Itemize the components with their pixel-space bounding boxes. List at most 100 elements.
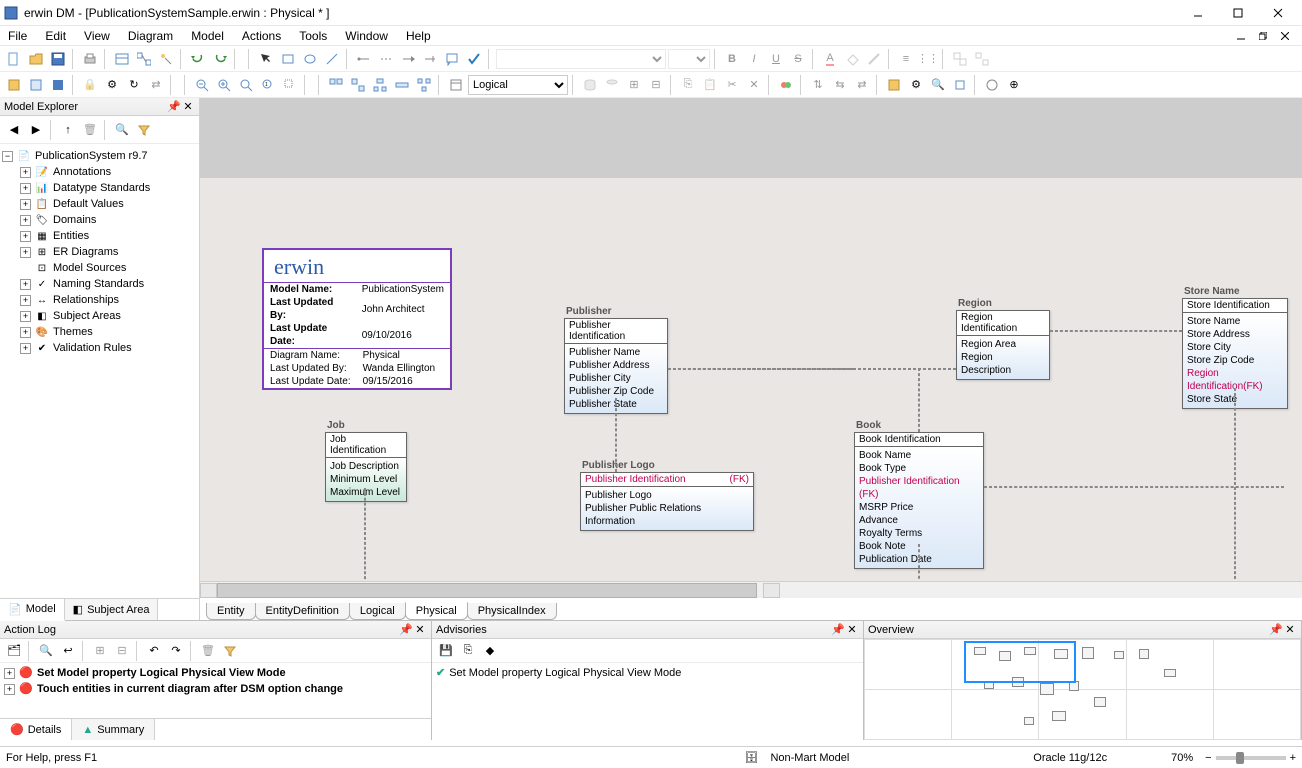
zoom-in-button[interactable]: + <box>1290 752 1296 764</box>
zoom-out-button[interactable]: − <box>1205 752 1211 764</box>
align-distribute-icon[interactable]: ⋮⋮ <box>918 49 938 69</box>
expand-icon[interactable]: + <box>4 668 15 679</box>
minimize-button[interactable] <box>1178 2 1218 24</box>
tree-node-annotations[interactable]: +📝Annotations <box>20 164 197 180</box>
action-log-content[interactable]: + 🔴 Set Model property Logical Physical … <box>0 663 431 718</box>
close-icon[interactable]: ✕ <box>1283 623 1297 637</box>
log-clear-icon[interactable]: 🗑 <box>198 641 218 661</box>
canvas-viewport[interactable]: erwin Model Name:PublicationSystem Last … <box>200 98 1302 581</box>
layout-1-icon[interactable] <box>326 75 346 95</box>
tree-node-naming[interactable]: +✓Naming Standards <box>20 276 197 292</box>
menu-diagram[interactable]: Diagram <box>126 29 175 43</box>
mart-open-icon[interactable] <box>26 75 46 95</box>
layout-2-icon[interactable] <box>348 75 368 95</box>
font-family-combo[interactable] <box>496 49 666 69</box>
tree-node-entities[interactable]: +▦Entities <box>20 228 197 244</box>
nav-forward-icon[interactable]: ▶ <box>26 120 46 140</box>
log-entry[interactable]: + 🔴 Touch entities in current diagram af… <box>4 681 427 697</box>
tab-subject-area[interactable]: ◧Subject Area <box>65 599 159 620</box>
adv-filter-icon[interactable]: ◆ <box>480 641 500 661</box>
font-color-icon[interactable]: A <box>820 49 840 69</box>
line-icon[interactable] <box>322 49 342 69</box>
log-collapse-icon[interactable]: ⊟ <box>112 641 132 661</box>
expand-icon[interactable]: + <box>20 279 31 290</box>
zoom-in-icon[interactable] <box>214 75 234 95</box>
log-entry[interactable]: + 🔴 Set Model property Logical Physical … <box>4 665 427 681</box>
tree-node-defaults[interactable]: +📋Default Values <box>20 196 197 212</box>
tab-summary[interactable]: ▲Summary <box>72 719 155 740</box>
db-1-icon[interactable] <box>580 75 600 95</box>
cut-icon[interactable]: ✂ <box>722 75 742 95</box>
expand-icon[interactable]: + <box>4 684 15 695</box>
adv-save-icon[interactable]: 💾 <box>436 641 456 661</box>
sync-3-icon[interactable]: ⇄ <box>852 75 872 95</box>
layout-4-icon[interactable] <box>392 75 412 95</box>
rect-icon[interactable] <box>278 49 298 69</box>
wizard-icon[interactable] <box>156 49 176 69</box>
menu-actions[interactable]: Actions <box>240 29 283 43</box>
tree-node-subject[interactable]: +◧Subject Areas <box>20 308 197 324</box>
zoom-control[interactable]: − + <box>1205 752 1296 764</box>
scroll-track[interactable] <box>217 583 757 598</box>
cc-icon[interactable] <box>776 75 796 95</box>
close-icon[interactable]: ✕ <box>845 623 859 637</box>
strike-icon[interactable]: S <box>788 49 808 69</box>
font-size-combo[interactable] <box>668 49 710 69</box>
tab-entitydef[interactable]: EntityDefinition <box>255 603 350 620</box>
rel-3-icon[interactable] <box>398 49 418 69</box>
relation-icon[interactable] <box>134 49 154 69</box>
close-icon[interactable]: ✕ <box>181 100 195 114</box>
canvas-scrollbar[interactable] <box>200 581 1302 598</box>
tree-node-datatype[interactable]: +📊Datatype Standards <box>20 180 197 196</box>
expand-icon[interactable]: + <box>20 247 31 258</box>
refresh-icon[interactable]: ↻ <box>124 75 144 95</box>
menu-view[interactable]: View <box>82 29 112 43</box>
layout-3-icon[interactable] <box>370 75 390 95</box>
align-left-icon[interactable]: ≡ <box>896 49 916 69</box>
log-filter-icon[interactable] <box>220 641 240 661</box>
rel-1-icon[interactable] <box>354 49 374 69</box>
advisories-content[interactable]: ✔ Set Model property Logical Physical Vi… <box>432 663 863 740</box>
group-icon[interactable] <box>950 49 970 69</box>
new-icon[interactable] <box>4 49 24 69</box>
menu-file[interactable]: File <box>6 29 29 43</box>
sync-1-icon[interactable]: ⇅ <box>808 75 828 95</box>
pin-icon[interactable]: 📌 <box>167 100 181 114</box>
log-expand-icon[interactable]: ⊞ <box>90 641 110 661</box>
db-4-icon[interactable]: ⊟ <box>646 75 666 95</box>
ungroup-icon[interactable] <box>972 49 992 69</box>
tree-node-validation[interactable]: +✔Validation Rules <box>20 340 197 356</box>
entity-icon[interactable] <box>112 49 132 69</box>
pin-icon[interactable]: 📌 <box>1269 623 1283 637</box>
zoom-out-icon[interactable] <box>192 75 212 95</box>
tab-logical[interactable]: Logical <box>349 603 406 620</box>
expand-icon[interactable]: + <box>20 295 31 306</box>
entity-region[interactable]: Region Identification Region Area Region… <box>956 310 1050 380</box>
pin-icon[interactable]: 📌 <box>399 623 413 637</box>
mdi-close-button[interactable] <box>1274 28 1296 44</box>
sync-2-icon[interactable]: ⇆ <box>830 75 850 95</box>
advisory-entry[interactable]: ✔ Set Model property Logical Physical Vi… <box>436 665 859 680</box>
log-prev-icon[interactable]: ↩ <box>58 641 78 661</box>
tool-c-icon[interactable]: 🔍 <box>928 75 948 95</box>
rel-2-icon[interactable] <box>376 49 396 69</box>
gears-icon[interactable]: ⚙ <box>102 75 122 95</box>
close-icon[interactable]: ✕ <box>413 623 427 637</box>
scroll-thumb[interactable] <box>217 583 757 598</box>
mart-save-icon[interactable] <box>48 75 68 95</box>
line-color-icon[interactable] <box>864 49 884 69</box>
tool-b-icon[interactable]: ⚙ <box>906 75 926 95</box>
tool-e-icon[interactable] <box>982 75 1002 95</box>
tool-d-icon[interactable] <box>950 75 970 95</box>
explorer-tree[interactable]: − 📄 PublicationSystem r9.7 +📝Annotations… <box>0 144 199 598</box>
log-redo-icon[interactable]: ↷ <box>166 641 186 661</box>
ellipse-icon[interactable] <box>300 49 320 69</box>
mart-connect-icon[interactable] <box>4 75 24 95</box>
scroll-left-icon[interactable] <box>200 583 217 598</box>
nav-find-icon[interactable]: 🔍 <box>112 120 132 140</box>
copy-icon[interactable]: ⎘ <box>678 75 698 95</box>
underline-icon[interactable]: U <box>766 49 786 69</box>
italic-icon[interactable]: I <box>744 49 764 69</box>
check-icon[interactable] <box>464 49 484 69</box>
menu-tools[interactable]: Tools <box>297 29 329 43</box>
